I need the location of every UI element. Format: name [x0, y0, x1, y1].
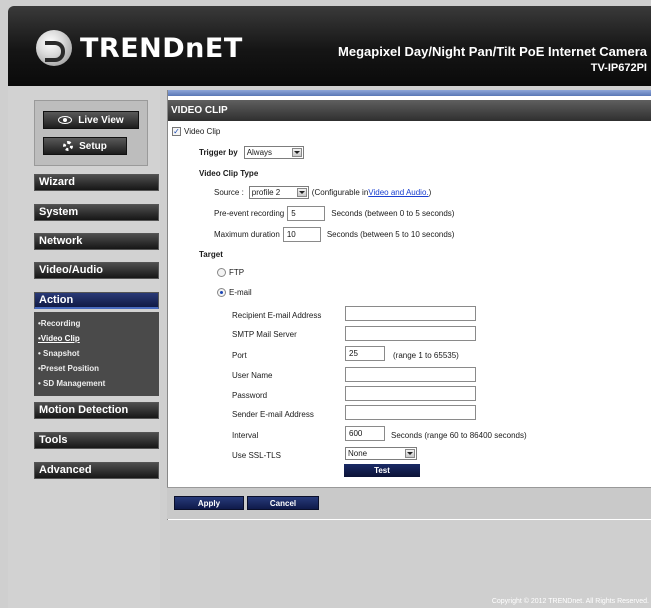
action-submenu: •Recording •Video Clip • Snapshot •Prese… [34, 312, 159, 396]
email-label: E-mail [229, 288, 252, 297]
ssl-label: Use SSL-TLS [232, 451, 281, 460]
smtp-input[interactable] [345, 326, 476, 341]
trendnet-logo-icon [36, 30, 72, 66]
nav-item-action[interactable]: Action [34, 292, 159, 309]
port-note: (range 1 to 65535) [393, 351, 459, 360]
trigger-select[interactable]: Always [243, 146, 304, 159]
video-clip-checkbox[interactable]: ✓ [172, 127, 181, 136]
submenu-item-recording[interactable]: •Recording [34, 316, 159, 331]
gear-icon [63, 141, 74, 151]
mode-switch: Live View Setup [34, 100, 148, 166]
trigger-label: Trigger by [199, 148, 238, 157]
submenu-item-sd-management[interactable]: • SD Management [34, 376, 159, 391]
interval-label: Interval [232, 431, 259, 440]
ftp-label: FTP [229, 268, 245, 277]
action-bar: Apply Cancel [167, 487, 651, 519]
interval-input[interactable]: 600 [345, 426, 385, 441]
source-note-suffix: ) [428, 188, 432, 197]
nav-item-wizard[interactable]: Wizard [34, 174, 159, 191]
chevron-down-icon [405, 449, 415, 458]
section-title: VIDEO CLIP [168, 100, 651, 121]
port-input[interactable]: 25 [345, 346, 385, 361]
password-label: Password [232, 391, 268, 400]
sender-input[interactable] [345, 405, 476, 420]
trigger-row: Trigger by Always [199, 146, 304, 159]
email-radio[interactable] [217, 288, 226, 297]
max-duration-row: Maximum duration 10 Seconds (between 5 t… [214, 227, 454, 242]
email-row: E-mail [217, 288, 252, 297]
sidebar: Live View Setup Wizard System Network Vi… [8, 86, 160, 608]
product-model: TV-IP672PI [590, 62, 647, 74]
max-duration-label: Maximum duration [214, 230, 280, 239]
ssl-value: None [348, 449, 368, 458]
nav-item-system[interactable]: System [34, 204, 159, 221]
video-clip-label: Video Clip [184, 127, 221, 136]
user-input[interactable] [345, 367, 476, 382]
setup-label: Setup [79, 140, 107, 152]
top-stripe [168, 90, 651, 96]
recipient-label: Recipient E-mail Address [232, 311, 322, 320]
product-title: Megapixel Day/Night Pan/Tilt PoE Interne… [338, 44, 647, 59]
source-note-prefix: (Configurable in [311, 188, 369, 197]
test-button[interactable]: Test [344, 464, 420, 477]
interval-note: Seconds (range 60 to 86400 seconds) [391, 431, 527, 440]
source-select[interactable]: profile 2 [248, 186, 309, 199]
chevron-down-icon [296, 188, 307, 197]
apply-button[interactable]: Apply [174, 496, 244, 510]
nav-item-tools[interactable]: Tools [34, 432, 159, 449]
chevron-down-icon [291, 148, 302, 157]
submenu-item-snapshot[interactable]: • Snapshot [34, 346, 159, 361]
max-duration-note: Seconds (between 5 to 10 seconds) [326, 230, 455, 239]
nav-item-advanced[interactable]: Advanced [34, 462, 159, 479]
live-view-button[interactable]: Live View [43, 111, 139, 129]
product-info: Megapixel Day/Night Pan/Tilt PoE Interne… [338, 44, 647, 76]
recipient-input[interactable] [345, 306, 476, 321]
eye-icon [58, 116, 73, 124]
max-duration-input[interactable]: 10 [282, 227, 321, 242]
ssl-select[interactable]: None [345, 447, 417, 460]
pre-event-input[interactable]: 5 [287, 206, 326, 221]
submenu-item-preset-position[interactable]: •Preset Position [34, 361, 159, 376]
target-label: Target [199, 250, 223, 259]
video-clip-row: ✓ Video Clip [172, 127, 220, 136]
live-view-label: Live View [78, 114, 124, 126]
source-value: profile 2 [251, 188, 281, 197]
setup-button[interactable]: Setup [43, 137, 127, 155]
smtp-label: SMTP Mail Server [232, 330, 297, 339]
ftp-radio[interactable] [217, 268, 226, 277]
nav-item-motion-detection[interactable]: Motion Detection [34, 402, 159, 419]
main-panel: VIDEO CLIP ✓ Video Clip Trigger by Alway… [167, 90, 651, 520]
copyright-footer: Copyright © 2012 TRENDnet. All Rights Re… [491, 598, 649, 605]
trigger-value: Always [246, 148, 273, 157]
source-row: Source : profile 2 (Configurable in Vide… [214, 186, 431, 199]
source-label: Source : [214, 188, 244, 197]
cancel-button[interactable]: Cancel [247, 496, 319, 510]
submenu-item-video-clip[interactable]: •Video Clip [34, 331, 159, 346]
nav-item-network[interactable]: Network [34, 233, 159, 250]
user-label: User Name [232, 371, 273, 380]
port-label: Port [232, 351, 247, 360]
clip-type-label: Video Clip Type [199, 169, 259, 178]
nav-item-video-audio[interactable]: Video/Audio [34, 262, 159, 279]
pre-event-row: Pre-event recording 5 Seconds (between 0… [214, 206, 454, 221]
password-input[interactable] [345, 386, 476, 401]
brand-name: TRENDnET [80, 32, 243, 64]
header: TRENDnET Megapixel Day/Night Pan/Tilt Po… [8, 6, 651, 86]
video-audio-link[interactable]: Video and Audio. [368, 188, 428, 197]
pre-event-note: Seconds (between 0 to 5 seconds) [331, 209, 455, 218]
sender-label: Sender E-mail Address [232, 410, 314, 419]
ftp-row: FTP [217, 268, 244, 277]
pre-event-label: Pre-event recording [214, 209, 285, 218]
brand-logo: TRENDnET [36, 30, 243, 66]
